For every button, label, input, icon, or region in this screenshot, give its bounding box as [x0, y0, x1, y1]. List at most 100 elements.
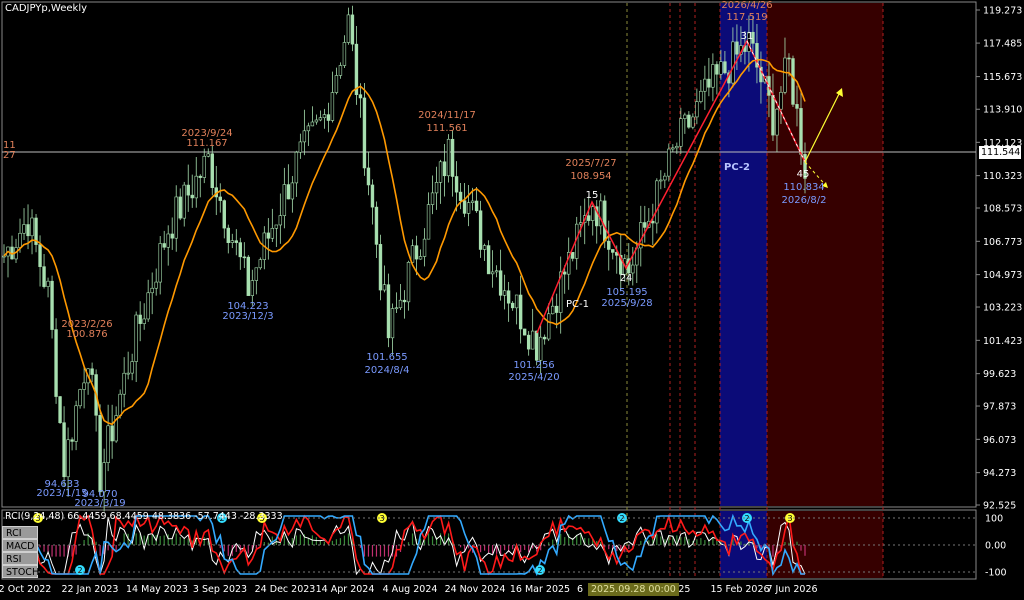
price-tick-label: 104.973	[983, 270, 1022, 281]
candle-body	[390, 308, 395, 339]
candle-body	[134, 314, 138, 362]
anno-2024-11-17-date: 2024/11/17	[418, 110, 476, 121]
macd-button[interactable]: MACD	[2, 539, 38, 552]
candle-body	[310, 121, 315, 127]
price-chart[interactable]: 94.633 2023/1/15 2023/2/26 100.876 94.07…	[0, 0, 1024, 600]
anno-2023-12-3-date: 2023/12/3	[222, 311, 273, 322]
candle-body	[22, 224, 26, 234]
candle-body	[498, 270, 503, 296]
candle-body	[675, 145, 679, 149]
time-tick-label: 16 Mar 2025	[510, 584, 570, 595]
histogram-bar	[504, 545, 506, 551]
candle-body	[162, 243, 166, 248]
time-tick-label: 4 Aug 2024	[383, 584, 438, 595]
histogram-bar	[560, 533, 562, 545]
candle-body	[494, 270, 499, 273]
histogram-bar	[59, 545, 61, 557]
histogram-bar	[696, 539, 698, 545]
candle-body	[302, 130, 307, 143]
candle-body	[526, 334, 531, 350]
candle-body	[607, 240, 611, 250]
price-tick-label: 110.323	[983, 171, 1022, 182]
candle-body	[723, 61, 727, 74]
time-tick-label: 14 Apr 2024	[316, 584, 375, 595]
candle-body	[731, 41, 735, 84]
candle-body	[362, 97, 367, 169]
time-tick-label: 6	[577, 584, 583, 595]
histogram-bar	[151, 534, 153, 545]
candle-body	[506, 290, 511, 304]
histogram-bar	[660, 536, 662, 545]
candle-body	[194, 175, 198, 199]
stoch-button[interactable]: STOCH	[2, 565, 39, 578]
candle-body	[542, 336, 547, 340]
price-tick-label: 117.485	[983, 39, 1022, 50]
histogram-bar	[295, 535, 297, 545]
candle-body	[2, 255, 6, 258]
histogram-bar	[163, 535, 165, 545]
histogram-bar	[552, 539, 554, 545]
edge-label-2: 27	[3, 150, 16, 161]
anno-2025-7-27-value: 108.954	[570, 171, 611, 182]
candle-body	[707, 78, 711, 88]
histogram-bar	[283, 535, 285, 545]
histogram-bar	[315, 537, 317, 545]
candle-body	[26, 224, 30, 237]
anno-2026-8-2-value: 110.834	[783, 182, 824, 193]
histogram-bar	[255, 545, 257, 549]
candle-body	[258, 259, 263, 269]
price-tick-label: 96.073	[983, 435, 1016, 446]
candle-body	[603, 200, 607, 242]
histogram-bar	[484, 545, 486, 551]
candle-body	[699, 90, 703, 102]
rci-button[interactable]: RCI	[2, 526, 38, 539]
histogram-bar	[95, 541, 97, 545]
candle-body	[62, 422, 66, 478]
histogram-bar	[235, 545, 237, 552]
crosshair-time-marker: 2025.09.28 00:00	[588, 583, 679, 596]
candle-body	[234, 240, 238, 243]
candle-body	[190, 194, 194, 199]
candle-body	[322, 114, 327, 119]
candle-body	[787, 57, 791, 60]
candle-body	[422, 238, 427, 257]
candle-body	[342, 42, 347, 66]
histogram-bar	[143, 535, 145, 545]
histogram-bar	[740, 541, 742, 545]
pattern-label-pc1: PC-1	[566, 299, 589, 310]
candle-body	[202, 155, 206, 178]
candle-body	[330, 92, 335, 121]
histogram-bar	[319, 540, 321, 545]
histogram-bar	[528, 545, 530, 553]
anno-2024-8-4-date: 2024/8/4	[365, 365, 410, 376]
candle-body	[154, 281, 158, 289]
candle-body	[198, 175, 202, 178]
candle-body	[679, 118, 683, 147]
time-tick-label: 15 Feb 2026	[710, 584, 769, 595]
candle-body	[306, 125, 311, 132]
candle-body	[42, 266, 46, 287]
histogram-bar	[512, 545, 514, 550]
time-tick-label: 24 Nov 2024	[445, 584, 506, 595]
anno-2023-9-24-value: 111.167	[186, 138, 227, 149]
candle-body	[46, 280, 50, 287]
time-axis: 2 Oct 2022 22 Jan 2023 14 May 2023 3 Sep 20…	[0, 584, 818, 595]
candle-body	[394, 307, 399, 310]
candle-body	[210, 153, 214, 188]
histogram-bar	[83, 540, 85, 545]
candle-body	[655, 180, 659, 224]
histogram-bar	[247, 545, 249, 554]
histogram-bar	[488, 545, 490, 553]
anno-2025-9-28-date: 2025/9/28	[601, 298, 652, 309]
candle-body	[106, 425, 110, 463]
candle-body	[138, 314, 142, 324]
candle-body	[579, 222, 583, 225]
candle-body	[334, 75, 339, 93]
rsi-button[interactable]: RSI	[2, 552, 38, 565]
histogram-bar	[375, 545, 378, 557]
candle-body	[711, 64, 715, 88]
candle-body	[406, 261, 411, 303]
candle-body	[502, 290, 507, 296]
current-price-marker: 111.544	[979, 146, 1021, 159]
candle-body	[350, 14, 355, 45]
